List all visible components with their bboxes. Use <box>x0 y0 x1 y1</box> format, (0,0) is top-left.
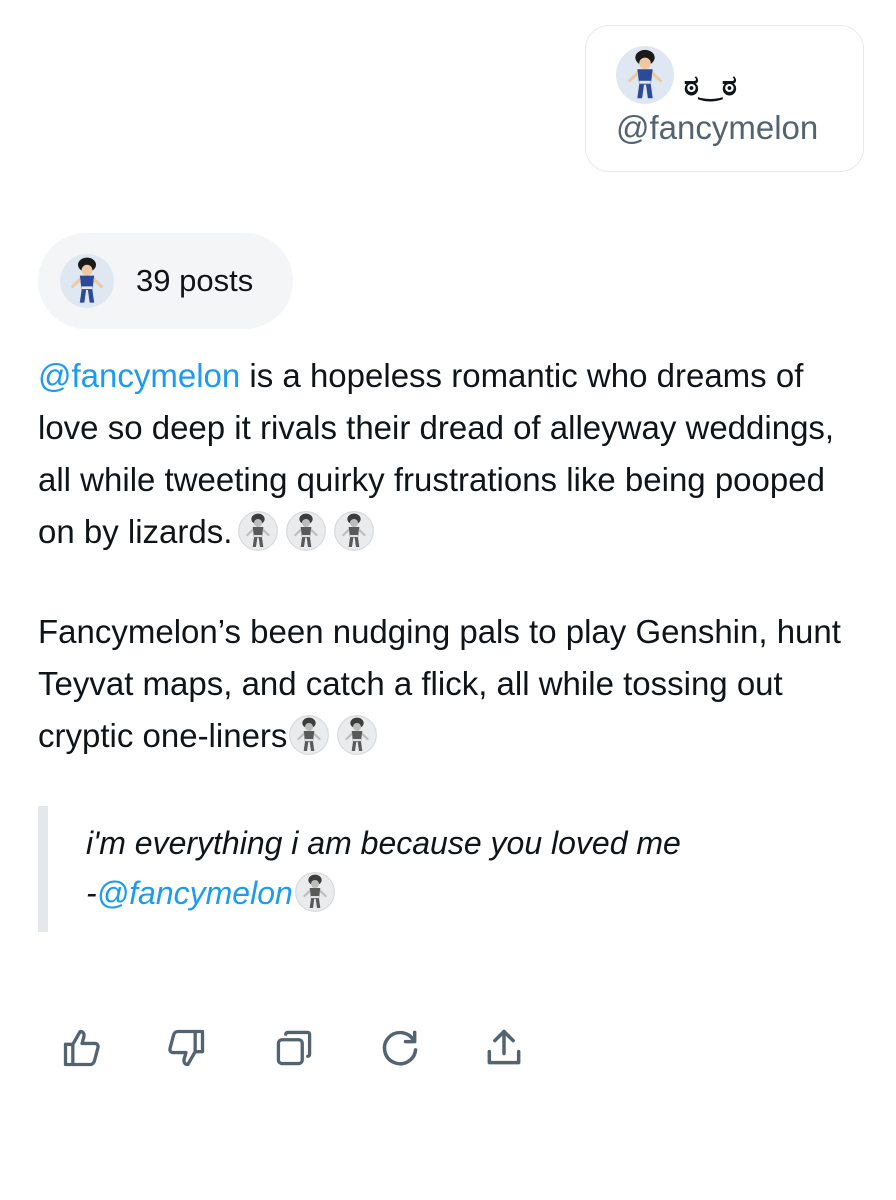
display-name: ಠ‿ಠ <box>684 69 737 102</box>
quote-bar <box>38 806 48 932</box>
share-button[interactable] <box>476 1020 532 1076</box>
quote-block: i'm everything i am because you loved me… <box>38 806 838 932</box>
post-count: 39 posts <box>136 263 254 298</box>
quote-attribution-mention[interactable]: @fancymelon <box>97 875 293 911</box>
character-emoji-icon <box>238 511 278 551</box>
emoji-group <box>238 511 374 551</box>
copy-button[interactable] <box>266 1020 322 1076</box>
summary-paragraph-2: Fancymelon’s been nudging pals to play G… <box>38 606 868 762</box>
emoji-group <box>289 715 377 755</box>
copy-icon <box>276 1030 312 1066</box>
like-button[interactable] <box>54 1020 110 1076</box>
character-emoji-icon <box>289 715 329 755</box>
action-bar <box>54 1020 554 1080</box>
dislike-button[interactable] <box>158 1020 214 1076</box>
regenerate-button[interactable] <box>372 1020 428 1076</box>
share-icon <box>487 1029 521 1065</box>
thumbs-down-icon <box>168 1029 205 1067</box>
refresh-icon <box>382 1030 418 1066</box>
thumbs-up-icon <box>63 1029 100 1067</box>
avatar-icon <box>616 46 674 104</box>
quote-body: i'm everything i am because you loved me <box>86 825 681 861</box>
user-handle[interactable]: @fancymelon <box>616 108 818 148</box>
character-emoji-icon <box>295 872 335 912</box>
character-emoji-icon <box>286 511 326 551</box>
summary-text-2: Fancymelon’s been nudging pals to play G… <box>38 613 841 754</box>
user-mention-link[interactable]: @fancymelon <box>38 357 240 394</box>
post-count-pill[interactable]: 39 posts <box>38 233 293 329</box>
quote-attribution-prefix: - <box>86 875 97 911</box>
character-emoji-icon <box>337 715 377 755</box>
quote-text: i'm everything i am because you loved me… <box>86 818 836 918</box>
summary-paragraph-1: @fancymelon is a hopeless romantic who d… <box>38 350 868 558</box>
character-emoji-icon <box>334 511 374 551</box>
profile-card[interactable]: ಠ‿ಠ @fancymelon <box>585 25 864 172</box>
avatar-icon <box>60 254 114 308</box>
